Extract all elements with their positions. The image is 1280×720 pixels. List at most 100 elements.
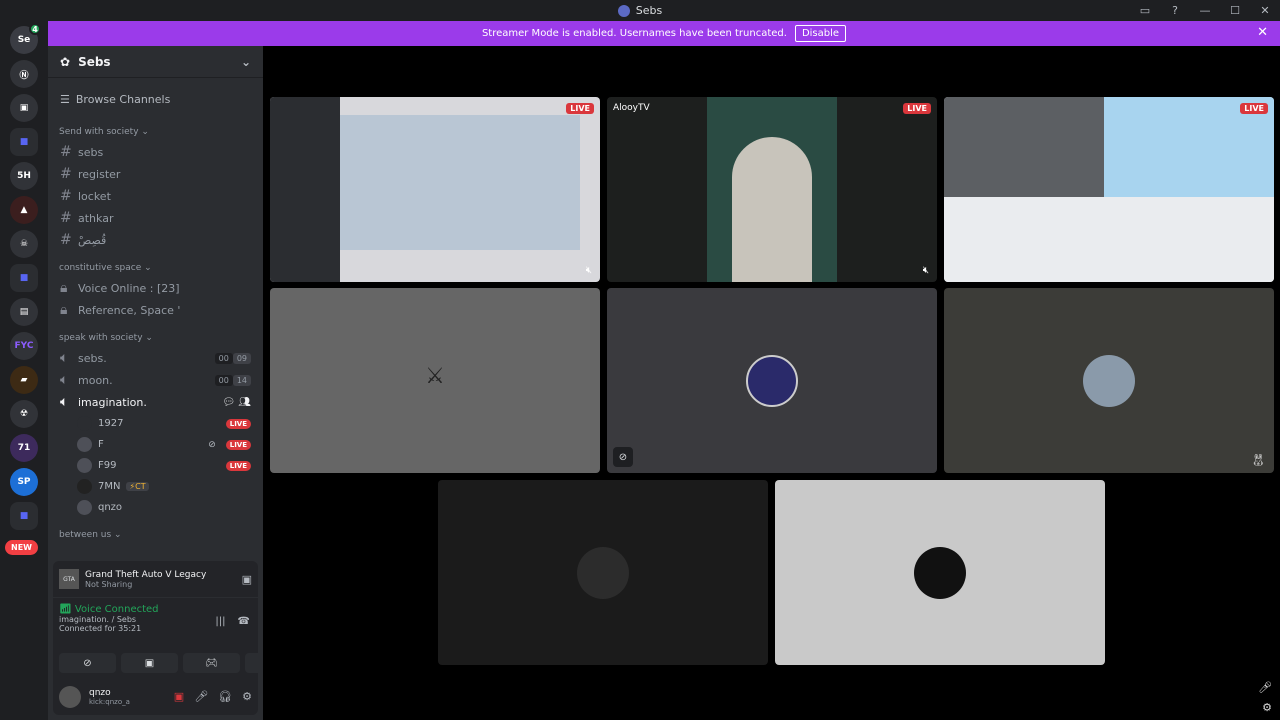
server-icon-8[interactable]: FYC [10, 332, 38, 360]
hash-icon: # [60, 188, 72, 204]
avatar [77, 416, 92, 431]
share-status: Not Sharing [85, 579, 133, 589]
window-title: Sebs [617, 4, 662, 17]
voice-channel-imagination[interactable]: 🔈︎ imagination. 💬︎ 👥︎ [48, 391, 263, 413]
voice-tile-3[interactable]: 🐰︎ [944, 288, 1274, 473]
chat-icon[interactable]: 💬︎ 👥︎ [222, 397, 251, 408]
disable-button[interactable]: Disable [794, 25, 847, 42]
stream-preview [340, 115, 580, 250]
channel-sidebar: ✿ Sebs ⌄ ☰ Browse Channels Send with soc… [48, 46, 302, 720]
server-folder-2[interactable]: ■ [10, 264, 38, 292]
category-speak-with-society[interactable]: speak with society ⌄ [48, 329, 263, 347]
user-avatar [1083, 354, 1135, 407]
stream-tile-1[interactable]: LIVE 🔇︎ [270, 97, 600, 282]
category-send-with-society[interactable]: Send with society ⌄ [48, 123, 263, 141]
voice-user[interactable]: qnzo [48, 497, 263, 518]
gear-icon[interactable]: ⚙ [242, 690, 252, 703]
mute-icon[interactable]: 🔇︎ [923, 265, 929, 276]
close-banner-icon[interactable]: ✕ [1257, 25, 1268, 40]
inbox-icon[interactable]: ▭ [1130, 0, 1160, 21]
streamer-mode-banner: Streamer Mode is enabled. Usernames have… [48, 21, 1280, 46]
microphone-icon[interactable]: 🎤︎ [194, 690, 208, 703]
activity-button[interactable]: 🎮︎ [183, 653, 240, 673]
close-button[interactable]: ✕ [1250, 0, 1280, 21]
live-badge: LIVE [1240, 103, 1268, 114]
voice-tile-1[interactable]: ⚔ [270, 288, 600, 473]
camera-off-button[interactable]: ⊘ [59, 653, 116, 673]
browse-channels[interactable]: ☰ Browse Channels [48, 83, 263, 115]
speaker-icon: 🔈︎ [60, 394, 69, 410]
speaker-icon: 🔈︎ [60, 372, 69, 388]
hash-icon: # [60, 210, 72, 226]
stream-tile-2[interactable]: AlooyTV LIVE 🔇︎ [607, 97, 937, 282]
voice-tile-5[interactable] [775, 480, 1105, 665]
server-icon-2[interactable]: Ⓝ [10, 60, 38, 88]
channel-arabic[interactable]: # قُصِصْ [48, 229, 263, 251]
live-badge: LIVE [225, 418, 251, 429]
server-icon-5[interactable]: ▲ [10, 196, 38, 224]
voice-user[interactable]: 7MN ⚡CT [48, 476, 263, 497]
voice-user[interactable]: 1927 LIVE [48, 413, 263, 434]
share-screen-icon[interactable]: ▣ [242, 573, 252, 586]
game-icon: GTA [59, 569, 79, 589]
server-icon-10[interactable]: ☢ [10, 400, 38, 428]
hash-icon: # [60, 144, 72, 160]
server-sebs[interactable]: Se 4 [10, 23, 41, 54]
server-header[interactable]: ✿ Sebs ⌄ [48, 46, 263, 78]
live-badge: LIVE [225, 439, 251, 450]
voice-tile-2[interactable]: ⊘ [607, 288, 937, 473]
bunny-icon: 🐰︎ [1250, 453, 1266, 467]
server-icon-11[interactable]: 71 [10, 434, 38, 462]
stream-building [944, 97, 1104, 197]
server-boost-icon: ✿ [60, 54, 71, 69]
help-icon[interactable]: ? [1160, 0, 1190, 21]
microphone-icon[interactable]: 🎤︎ [1258, 681, 1272, 694]
channel-athkar[interactable]: # athkar [48, 207, 263, 229]
live-badge: LIVE [225, 460, 251, 471]
user-count: 00 09 [214, 352, 251, 364]
noise-suppression-icon[interactable]: ||| [215, 616, 225, 627]
user-panel: qnzo kick:qnzo_a ▣ 🎤︎ 🎧︎ ⚙ [53, 678, 258, 715]
browse-icon: ☰ [60, 92, 70, 106]
category-between-us[interactable]: between us ⌄ [48, 526, 263, 544]
category-constitutive-space[interactable]: constitutive space ⌄ [48, 259, 263, 277]
streamer-name: AlooyTV [613, 103, 650, 113]
server-icon-6[interactable]: ☠ [10, 230, 38, 258]
server-icon-12[interactable]: SP [10, 468, 38, 496]
stream-tile-3[interactable]: LIVE [944, 97, 1274, 282]
voice-user[interactable]: F ⊘ LIVE [48, 434, 263, 455]
user-avatar [577, 546, 629, 599]
muted-icon: ⊘ [208, 439, 216, 450]
server-icon-4[interactable]: 5H [10, 162, 38, 190]
server-icon-7[interactable]: ▤ [10, 298, 38, 326]
minimize-button[interactable]: — [1190, 0, 1220, 21]
channel-register[interactable]: # register [48, 163, 263, 185]
maximize-button[interactable]: ☐ [1220, 0, 1250, 21]
headphones-icon[interactable]: 🎧︎ [218, 690, 232, 703]
user-avatar[interactable] [59, 685, 81, 708]
server-icon-9[interactable]: ▰ [10, 366, 38, 394]
new-badge: NEW [5, 540, 38, 555]
voice-channel-moon[interactable]: 🔈︎ moon. 00 14 [48, 369, 263, 391]
voice-user[interactable]: F99 LIVE [48, 455, 263, 476]
stream-icon[interactable]: ▣ [174, 690, 184, 703]
channel-voice-online[interactable]: 🔒︎ Voice Online : [23] [48, 277, 263, 299]
server-icon-3[interactable]: ▣ [10, 94, 38, 122]
window-controls: ▭ ? — ☐ ✕ [1130, 0, 1280, 21]
voice-channel-sebs[interactable]: 🔈︎ sebs. 00 09 [48, 347, 263, 369]
disconnect-icon[interactable]: ☎ [238, 616, 250, 627]
hash-icon: # [60, 166, 72, 182]
share-screen-button[interactable]: ▣ [121, 653, 178, 673]
signal-icon: 📶︎ [59, 604, 75, 615]
server-folder-3[interactable]: ■ [10, 502, 38, 530]
channel-reference-space[interactable]: 🔒︎ Reference, Space ' [48, 299, 263, 321]
settings-icon[interactable]: ⚙ [1262, 701, 1272, 714]
voice-tile-4[interactable] [438, 480, 768, 665]
mute-icon[interactable]: 🔇︎ [586, 265, 592, 276]
lock-icon: 🔒︎ [60, 302, 68, 318]
channel-sebs[interactable]: # sebs [48, 141, 263, 163]
game-name: Grand Theft Auto V Legacy [85, 569, 207, 580]
channel-locket[interactable]: # locket [48, 185, 263, 207]
server-folder-1[interactable]: ■ [10, 128, 38, 156]
stream-preview-sidebar [270, 97, 340, 282]
